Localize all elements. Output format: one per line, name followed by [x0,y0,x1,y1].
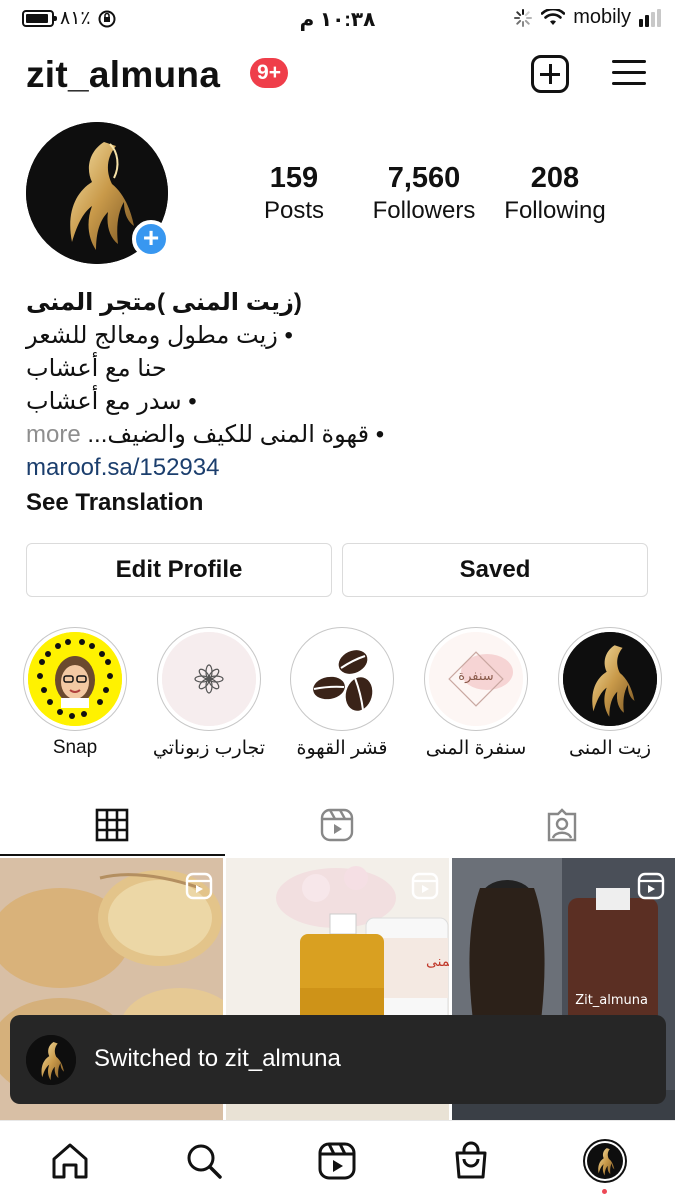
loading-spinner-icon [514,8,533,27]
edit-profile-button[interactable]: Edit Profile [26,543,332,597]
tab-tagged[interactable] [450,796,675,856]
highlight-snap[interactable]: Snap [23,627,127,758]
notification-badge[interactable]: 9+ [250,58,288,88]
toast-message: Switched to zit_almuna [94,1045,341,1072]
bio-display-name: (زيت المنى )متجر المنى [26,289,302,316]
nav-reels[interactable] [315,1139,359,1183]
status-right: mobily [513,6,661,29]
stat-followers-count: 7,560 [387,162,461,194]
new-post-button[interactable] [531,55,569,93]
signal-icon [639,8,661,27]
nav-shop[interactable] [449,1139,493,1183]
bio-line: • زيت مطول ومعالج للشعر [26,322,293,349]
wifi-icon [541,8,566,25]
highlight-label: زيت المنى [568,738,652,759]
reel-badge-icon [185,872,213,900]
highlight-image [295,632,389,726]
hair-logo-icon [26,1035,76,1085]
nav-profile[interactable] [583,1139,627,1183]
search-icon [187,1144,222,1179]
highlight-ring [558,627,662,731]
see-translation-link[interactable]: See Translation [26,486,646,519]
stat-followers[interactable]: 7,560 Followers [366,162,482,225]
stat-posts-label: Posts [263,197,325,224]
highlight-ring [157,627,261,731]
highlight-oil[interactable]: زيت المنى [558,627,662,759]
account-switch-toast: Switched to zit_almuna [10,1015,666,1104]
profile-header: zit_almuna 9+ [0,48,675,102]
bio-line: حنا مع أعشاب [26,355,167,382]
reel-badge-icon [411,872,439,900]
snapcode-image [28,632,122,726]
highlight-image: سنفرة [429,632,523,726]
stat-followers-label: Followers [372,197,476,224]
hair-logo-icon [587,1143,623,1179]
profile-tabs [0,796,675,856]
bio-website-link[interactable]: maroof.sa/152934 [26,451,646,484]
activity-dot [602,1189,607,1194]
bio-line: • قهوة المنى للكيف والضيف... [87,421,385,448]
coffee-beans-icon [295,632,389,726]
profile-bio: (زيت المنى )متجر المنى • زيت مطول ومعالج… [26,286,646,519]
saved-button[interactable]: Saved [342,543,648,597]
highlight-ring [23,627,127,731]
add-story-plus-icon[interactable]: + [132,220,170,258]
reels-icon [320,808,354,842]
highlight-coffee-husk[interactable]: قشر القهوة [290,627,394,759]
post-overlay-text: سدر المنى [426,954,449,970]
highlight-ring: سنفرة [424,627,528,731]
reel-badge-icon [637,872,665,900]
bio-more-link[interactable]: more [26,421,81,448]
snapcode-icon [28,632,122,726]
home-icon [52,1143,88,1179]
stat-posts-count: 159 [269,162,319,194]
bio-line: • سدر مع أعشاب [26,388,197,415]
post-overlay-text: Zit_almuna [575,993,648,1008]
highlight-ring [290,627,394,731]
highlight-customer-reviews[interactable]: تجارب زبوناتي [153,627,265,759]
highlight-image [162,632,256,726]
toast-avatar [26,1035,76,1085]
menu-button[interactable] [612,58,646,88]
carrier-name: mobily [573,6,631,28]
bottom-navigation [0,1120,675,1200]
tab-grid[interactable] [0,796,225,856]
scrub-logo-icon: سنفرة [429,632,523,726]
shop-bag-icon [455,1141,487,1179]
stat-following[interactable]: 208 Following [496,162,614,225]
reels-icon [318,1142,356,1180]
tagged-person-icon [547,808,577,842]
stat-following-label: Following [504,197,606,224]
tab-reels[interactable] [225,796,450,856]
hair-logo-icon [563,632,657,726]
stat-posts[interactable]: 159 Posts [258,162,330,225]
highlight-image [563,632,657,726]
bio-last-line: more • قهوة المنى للكيف والضيف... [26,418,646,451]
stat-following-count: 208 [530,162,580,194]
scrub-logo-text: سنفرة [458,669,493,684]
flower-icon [162,632,256,726]
nav-search[interactable] [182,1139,226,1183]
nav-home[interactable] [48,1139,92,1183]
account-switcher-username[interactable]: zit_almuna [26,54,220,96]
profile-avatar-nav [583,1139,627,1183]
highlight-scrub[interactable]: سنفرة سنفرة المنى [424,627,528,759]
grid-icon [95,808,129,842]
profile-avatar-wrapper[interactable]: + [26,122,170,264]
status-bar: ٨١٪ ١٠:٣٨ م mobily [0,0,675,36]
